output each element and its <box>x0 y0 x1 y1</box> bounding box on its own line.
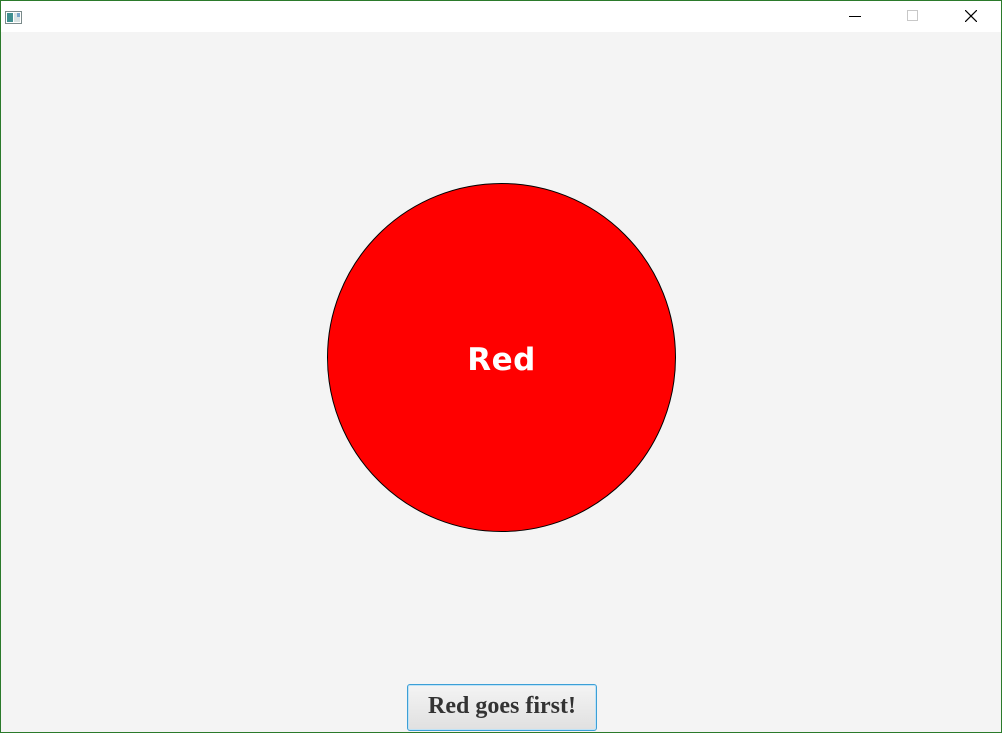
app-window: Red Red goes first! <box>0 0 1002 733</box>
red-light-circle: Red <box>327 183 676 532</box>
title-bar[interactable] <box>1 1 1001 32</box>
app-icon <box>5 9 22 24</box>
red-goes-first-button[interactable]: Red goes first! <box>407 684 597 731</box>
maximize-icon <box>907 7 919 26</box>
minimize-button[interactable] <box>826 1 884 32</box>
main-content: Red Red goes first! <box>1 32 1001 732</box>
close-button[interactable] <box>942 1 1000 32</box>
maximize-button[interactable] <box>884 1 942 32</box>
close-icon <box>964 7 978 26</box>
minimize-icon <box>849 7 861 26</box>
light-label: Red <box>467 341 536 378</box>
